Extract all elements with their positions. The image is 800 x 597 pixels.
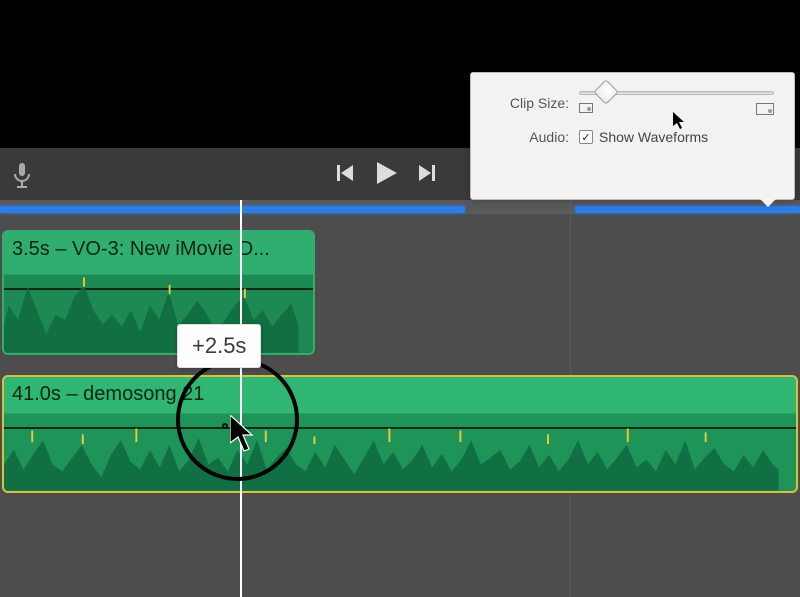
large-thumbnail-icon [756,103,774,115]
timeline-settings-popover: Clip Size: Audio: ✓ Show Waveforms [470,72,795,200]
playhead[interactable] [240,200,242,597]
prev-button[interactable] [335,163,355,188]
volume-keyframe-icon[interactable] [222,423,228,429]
timeline-area[interactable]: 3.5s – VO-3: New iMovie D... 41.0s – dem… [0,200,800,597]
cursor-icon [673,112,687,135]
transport-controls [335,160,437,191]
clip-label: 41.0s – demosong 21 [12,383,204,406]
timeline-marker-bar [0,206,465,213]
clip-label: 3.5s – VO-3: New iMovie D... [12,238,270,261]
next-button[interactable] [417,163,437,188]
show-waveforms-checkbox[interactable]: ✓ [579,130,593,144]
audio-clip[interactable]: 41.0s – demosong 21 [2,375,798,493]
microphone-icon[interactable] [12,162,32,195]
show-waveforms-label[interactable]: Show Waveforms [599,129,708,145]
audio-clip[interactable]: 3.5s – VO-3: New iMovie D... [2,230,315,355]
waveform-icon [4,411,779,491]
volume-line[interactable] [4,288,313,290]
scrub-offset-tooltip: +2.5s [177,324,261,368]
timeline-marker-bar [575,206,800,213]
clip-size-label: Clip Size: [491,95,569,111]
play-button[interactable] [373,160,399,191]
volume-line[interactable] [4,427,796,429]
audio-label: Audio: [491,129,569,145]
small-thumbnail-icon [579,103,593,113]
slider-thumb-icon[interactable] [593,79,618,104]
